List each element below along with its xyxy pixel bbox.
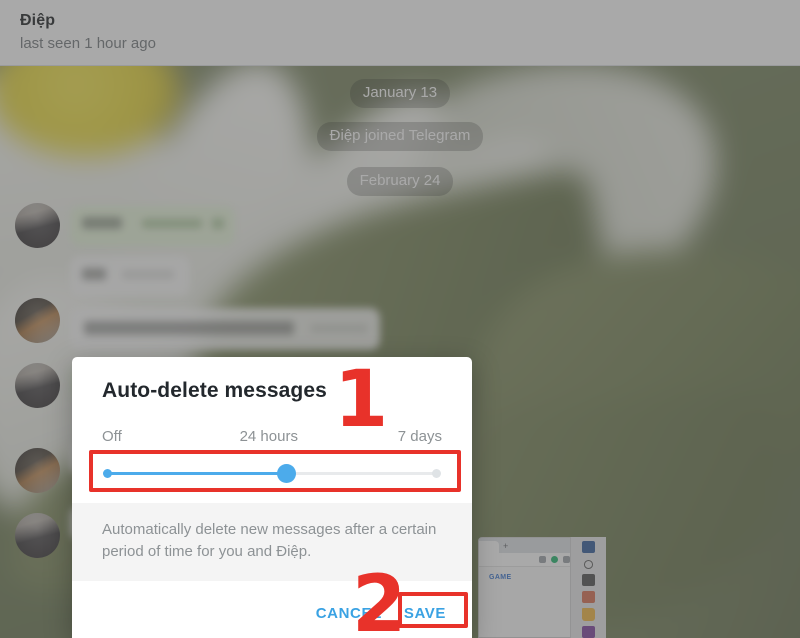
dialog-description: Automatically delete new messages after … (72, 503, 472, 581)
slider-thumb[interactable] (277, 463, 296, 483)
slider-tick-dot-7-days[interactable] (432, 468, 441, 478)
slider-tick-dot-off[interactable] (103, 468, 112, 478)
slider-label-off: Off (102, 428, 122, 445)
slider-label-7-days: 7 days (397, 428, 442, 445)
dialog-actions: CANCEL SAVE (72, 581, 472, 638)
auto-delete-slider-block: Off 24 hours 7 days (102, 428, 442, 487)
screen: January 13 Điệp joined Telegram February… (0, 0, 800, 638)
auto-delete-dialog: Auto-delete messages Off 24 hours 7 days… (72, 357, 472, 638)
auto-delete-slider[interactable] (102, 459, 442, 487)
dialog-title: Auto-delete messages (102, 379, 327, 402)
slider-label-24-hours: 24 hours (239, 428, 298, 445)
cancel-button[interactable]: CANCEL (316, 605, 382, 622)
slider-tick-labels: Off 24 hours 7 days (102, 428, 442, 445)
save-button[interactable]: SAVE (404, 605, 446, 622)
slider-track-fill (107, 471, 287, 475)
